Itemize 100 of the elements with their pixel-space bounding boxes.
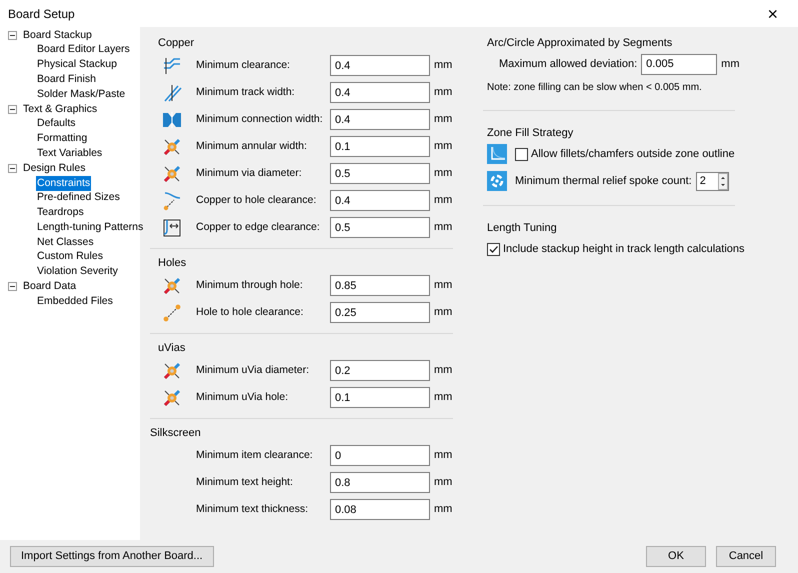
section-title: Zone Fill Strategy [486, 126, 574, 141]
value-field[interactable]: 0.25 [330, 302, 430, 323]
thermal-relief-icon [487, 171, 507, 191]
field-label: Minimum annular width: [196, 138, 308, 154]
tree-item[interactable]: Board Finish [36, 72, 97, 88]
value-field[interactable]: 0.1 [330, 387, 430, 408]
edge-clearance-icon [162, 218, 182, 238]
field-label: Hole to hole clearance: [196, 304, 304, 320]
clearance-icon [162, 56, 182, 76]
spin-arrows-icon[interactable] [718, 172, 728, 190]
field-label: Minimum text thickness: [196, 502, 310, 517]
section-title: uVias [157, 341, 186, 356]
window-title: Board Setup [8, 6, 75, 22]
cancel-button[interactable]: Cancel [716, 546, 776, 567]
tree-item[interactable]: Board Data [22, 279, 78, 295]
fillet-icon [487, 144, 507, 164]
value-field[interactable]: 0.5 [330, 163, 430, 184]
unit-label: mm [434, 390, 452, 406]
unit-label: mm [434, 448, 452, 464]
tree-item[interactable]: Text & Graphics [22, 102, 98, 118]
unit-label: mm [721, 56, 740, 72]
via-icon [162, 360, 182, 380]
tree-item[interactable]: Formatting [36, 131, 88, 147]
close-button[interactable]: × [759, 4, 786, 22]
value-field[interactable]: 0 [330, 445, 430, 466]
value-field[interactable]: 0.2 [330, 360, 430, 381]
collapse-icon[interactable] [8, 104, 17, 114]
note-text: Note: zone filling can be slow when < 0.005 mm. [486, 81, 703, 95]
unit-label: mm [434, 193, 452, 208]
collapse-icon[interactable] [8, 164, 17, 174]
section-title: Arc/Circle Approximated by Segments [486, 36, 674, 51]
field-label: Maximum allowed deviation: [499, 56, 638, 72]
via-icon [162, 276, 182, 296]
hole-clearance-icon [162, 190, 182, 210]
tree-item[interactable]: Pre-defined Sizes [36, 190, 121, 206]
tree-item[interactable]: Design Rules [22, 160, 86, 176]
section-title: Silkscreen [150, 426, 202, 441]
tree-item[interactable]: Custom Rules [36, 249, 104, 266]
collapse-icon[interactable] [8, 282, 17, 292]
checkbox-label: Include stackup height in track length calculations [503, 242, 745, 257]
spin-field[interactable]: 2 [696, 172, 729, 190]
tree-item[interactable]: Violation Severity [36, 264, 119, 280]
section-title: Copper [157, 36, 196, 51]
field-label: Minimum track width: [196, 84, 296, 100]
hole-to-hole-icon [162, 302, 182, 322]
tree-item[interactable]: Board Stackup [22, 28, 93, 44]
field-label: Minimum text height: [196, 474, 294, 490]
tree-item[interactable]: Net Classes [36, 234, 95, 250]
field-label: Copper to edge clearance: [196, 220, 321, 235]
field-label: Minimum via diameter: [196, 166, 303, 181]
value-field[interactable]: 0.5 [330, 217, 430, 238]
unit-label: mm [434, 139, 452, 154]
field-label: Minimum connection width: [196, 112, 324, 127]
ok-button[interactable]: OK [646, 546, 706, 567]
value-field[interactable]: 0.08 [330, 499, 430, 520]
unit-label: mm [434, 166, 452, 182]
via-icon [162, 388, 182, 408]
field-label: Minimum through hole: [196, 278, 304, 293]
tree-item[interactable]: Embedded Files [36, 294, 114, 310]
unit-label: mm [434, 305, 452, 320]
field-label: Minimum uVia diameter: [196, 362, 310, 378]
value-field[interactable]: 0.85 [330, 275, 430, 296]
field-label: Minimum thermal relief spoke count: [515, 174, 692, 189]
field-label: Minimum clearance: [196, 58, 291, 73]
field-label: Minimum uVia hole: [196, 390, 290, 405]
via-icon [162, 164, 182, 184]
unit-label: mm [434, 475, 452, 490]
tree-item[interactable]: Board Editor Layers [36, 42, 131, 58]
value-field[interactable]: 0.4 [330, 190, 430, 211]
via-icon [162, 136, 182, 156]
tree-item[interactable]: Physical Stackup [36, 57, 118, 73]
unit-label: mm [434, 363, 452, 378]
tree-item[interactable]: Constraints [36, 176, 92, 192]
unit-label: mm [434, 112, 452, 128]
unit-label: mm [434, 278, 452, 294]
value-field[interactable]: 0.4 [330, 82, 430, 103]
field-label: Copper to hole clearance: [196, 192, 318, 208]
value-field[interactable]: 0.4 [330, 109, 430, 130]
collapse-icon[interactable] [8, 30, 17, 40]
section-title: Length Tuning [486, 221, 558, 236]
tree-item[interactable]: Length-tuning Patterns [36, 220, 144, 236]
track-width-icon [162, 82, 182, 102]
tree-item[interactable]: Text Variables [36, 146, 104, 162]
section-title: Holes [157, 256, 188, 271]
checkbox-label: Allow fillets/chamfers outside zone outline [531, 146, 735, 162]
value-field[interactable]: 0.1 [330, 136, 430, 157]
value-field[interactable]: 0.4 [330, 55, 430, 76]
value-field[interactable]: 0.8 [330, 472, 430, 493]
field-label: Minimum item clearance: [196, 448, 314, 463]
checkbox[interactable] [487, 242, 500, 256]
unit-label: mm [434, 85, 452, 100]
unit-label: mm [434, 220, 452, 236]
tree-item[interactable]: Defaults [36, 116, 77, 132]
tree-item[interactable]: Teardrops [36, 205, 85, 221]
unit-label: mm [434, 58, 452, 74]
checkbox[interactable] [515, 148, 528, 160]
tree-item[interactable]: Solder Mask/Paste [36, 86, 126, 102]
import-button[interactable]: Import Settings from Another Board... [10, 546, 214, 567]
unit-label: mm [434, 502, 452, 518]
value-field[interactable]: 0.005 [641, 54, 718, 74]
